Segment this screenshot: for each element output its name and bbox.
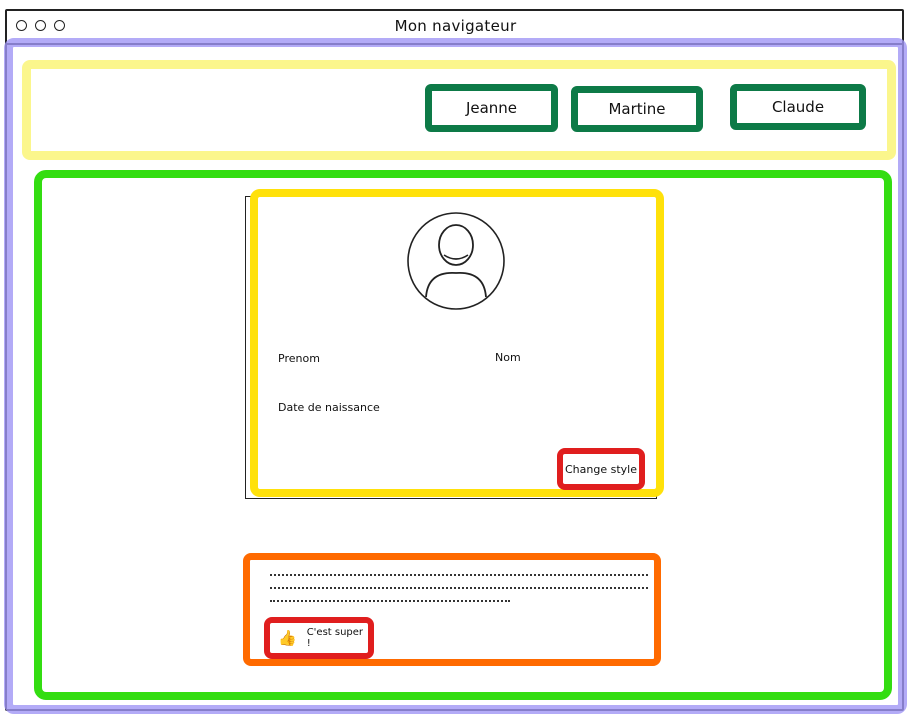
change-style-button[interactable]: Change style — [557, 448, 645, 490]
nom-label: Nom — [495, 351, 521, 364]
like-button[interactable]: 👍 C'est super ! — [264, 617, 374, 659]
comment-text-line — [270, 600, 510, 604]
tab-jeanne[interactable]: Jeanne — [425, 84, 558, 132]
tab-claude[interactable]: Claude — [730, 84, 866, 130]
user-avatar-icon — [406, 211, 506, 311]
like-label: C'est super ! — [306, 627, 364, 649]
tab-martine[interactable]: Martine — [571, 86, 703, 132]
comment-text-line — [270, 587, 648, 591]
comment-text-line — [270, 574, 648, 578]
thumbs-up-icon: 👍 — [278, 629, 297, 647]
window-title: Mon navigateur — [394, 17, 517, 35]
prenom-label: Prenom — [278, 352, 320, 365]
tab-label: Jeanne — [465, 99, 518, 117]
change-style-label: Change style — [565, 462, 637, 476]
date-naissance-label: Date de naissance — [278, 401, 380, 414]
tab-label: Martine — [608, 100, 666, 118]
tab-label: Claude — [771, 98, 825, 116]
